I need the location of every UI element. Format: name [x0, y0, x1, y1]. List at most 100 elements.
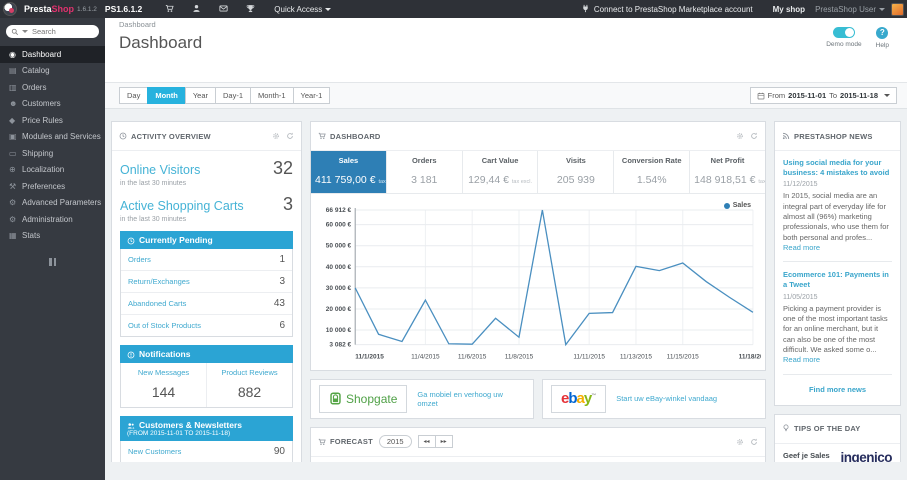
prestashop-logo[interactable] [3, 2, 17, 16]
kpi-cart-value[interactable]: Cart Value 129,44 € tax excl. [463, 151, 539, 193]
date-range-toolbar: Day Month Year Day-1 Month-1 Year-1 From… [105, 82, 907, 109]
news-item-title-link[interactable]: Ecommerce 101: Payments in a Tweet [783, 270, 892, 290]
pending-list: Orders 1 Return/Exchanges 3 Abandoned Cart… [120, 249, 293, 337]
svg-text:50 000 €: 50 000 € [326, 243, 352, 250]
cart-icon [318, 433, 326, 451]
svg-text:20 000 €: 20 000 € [326, 306, 352, 313]
line-chart[interactable]: 66 912 € 60 000 € 50 000 € 40 000 € 30 000 €… [315, 198, 768, 365]
online-visitors-link[interactable]: Online Visitors [120, 163, 273, 177]
news-item-date: 11/12/2015 [783, 181, 818, 189]
notification-icon [127, 349, 135, 359]
legend-dot-icon [723, 202, 730, 209]
breadcrumb[interactable]: Dashboard [119, 20, 897, 29]
user-icon[interactable] [192, 0, 201, 18]
customers-section-header: Customers & Newsletters (FROM 2015-11-01… [120, 416, 293, 441]
gear-icon: ⚙ [9, 214, 17, 224]
shopgate-link[interactable]: Ga mobiel en verhoog uw omzet [417, 390, 525, 408]
shopping-bag-icon [329, 392, 342, 405]
news-item: Ecommerce 101: Payments in a Tweet 11/05… [783, 270, 892, 365]
sales-chart: Sales 66 912 € 60 000 € 50 000 € 40 000 € 30… [311, 194, 768, 370]
search-icon [11, 28, 19, 36]
kpi-net-profit[interactable]: Net Profit 148 918,51 € tax excl. [690, 151, 765, 193]
brand-version: 1.6.1.2 [77, 5, 97, 13]
kpi-visits[interactable]: Visits 205 939 [538, 151, 615, 193]
range-month-button[interactable]: Month [147, 87, 185, 104]
range-year-button[interactable]: Year [184, 87, 215, 104]
sidebar-item-dashboard[interactable]: ◉ Dashboard [0, 46, 105, 63]
notifications-section-header: Notifications [120, 345, 293, 363]
gear-icon[interactable] [736, 433, 744, 451]
sidebar-search[interactable] [6, 25, 99, 38]
chart-legend[interactable]: Sales [723, 202, 751, 209]
prestashop-news-panel: PRESTASHOP NEWS Using social media for y… [774, 121, 901, 406]
shopgate-ad[interactable]: Shopgate Ga mobiel en verhoog uw omzet [310, 378, 534, 419]
activity-icon [119, 127, 127, 145]
wrench-icon: ⚒ [9, 181, 17, 191]
refresh-icon[interactable] [750, 433, 758, 451]
news-item-date: 11/05/2015 [783, 293, 818, 301]
refresh-icon[interactable] [750, 127, 758, 145]
shop-version: PS1.6.1.2 [104, 4, 143, 14]
book-icon: ▤ [9, 66, 17, 76]
bar-chart-icon: ▦ [9, 231, 17, 241]
dashboard-panel: DASHBOARD Sales 411 759,00 € tax excl. O… [310, 121, 768, 371]
marketplace-connect-link[interactable]: Connect to PrestaShop Marketplace accoun… [594, 5, 753, 14]
ebay-ad[interactable]: ebay™ Start uw eBay-winkel vandaag [542, 378, 766, 419]
quick-access-menu[interactable]: Quick Access [274, 5, 332, 14]
panel-title: FORECAST [330, 437, 373, 447]
read-more-link[interactable]: Read more [783, 243, 820, 252]
refresh-icon[interactable] [286, 127, 294, 145]
sidebar: ◉Dashboard ▤Catalog ▥Orders ☻Customers ◆… [0, 18, 105, 480]
gear-icon[interactable] [736, 127, 744, 145]
find-more-news-link[interactable]: Find more news [783, 383, 892, 398]
plug-icon [581, 0, 590, 18]
ebay-link[interactable]: Start uw eBay-winkel vandaag [616, 394, 717, 403]
search-scope-caret-icon[interactable] [22, 30, 28, 33]
sidebar-item-administration[interactable]: ⚙ Administration [0, 211, 105, 228]
tips-of-the-day-panel: TIPS OF THE DAY ingenico Payment service… [774, 413, 901, 462]
active-carts-link[interactable]: Active Shopping Carts [120, 199, 283, 213]
previous-year-button[interactable]: ◂◂ [418, 436, 436, 448]
user-menu[interactable]: PrestaShop User [815, 5, 885, 14]
sidebar-item-stats[interactable]: ▦ Stats [0, 228, 105, 245]
svg-text:11/11/2015: 11/11/2015 [573, 354, 605, 361]
help-icon[interactable]: ? [876, 27, 889, 39]
sidebar-item-customers[interactable]: ☻ Customers [0, 96, 105, 113]
sidebar-item-shipping[interactable]: ▭ Shipping [0, 145, 105, 162]
sidebar-item-price-rules[interactable]: ◆ Price Rules [0, 112, 105, 129]
demo-mode-toggle[interactable] [832, 27, 855, 38]
sidebar-item-advanced-parameters[interactable]: ⚙ Advanced Parameters [0, 195, 105, 212]
range-month-1-button[interactable]: Month-1 [250, 87, 293, 104]
gear-icon[interactable] [272, 127, 280, 145]
search-input[interactable] [32, 27, 90, 36]
panel-title: DASHBOARD [330, 131, 381, 141]
range-year-1-button[interactable]: Year-1 [292, 87, 331, 104]
sidebar-item-localization[interactable]: ⊕ Localization [0, 162, 105, 179]
news-item-title-link[interactable]: Using social media for your business: 4 … [783, 158, 892, 178]
customers-icon: ☻ [9, 99, 18, 109]
sidebar-collapse-button[interactable] [48, 258, 58, 266]
cart-icon[interactable] [165, 0, 174, 18]
demo-mode-label: Demo mode [826, 41, 862, 48]
svg-text:11/4/2015: 11/4/2015 [411, 354, 440, 361]
read-more-link[interactable]: Read more [783, 355, 820, 364]
sidebar-item-catalog[interactable]: ▤ Catalog [0, 63, 105, 80]
svg-text:10 000 €: 10 000 € [326, 327, 352, 334]
online-visitors-sub: in the last 30 minutes [120, 180, 187, 187]
kpi-orders[interactable]: Orders 3 181 [387, 151, 463, 193]
avatar[interactable] [891, 2, 904, 16]
trophy-icon[interactable] [246, 0, 255, 18]
truck-icon: ▭ [9, 148, 17, 158]
mail-icon[interactable] [219, 0, 228, 18]
sidebar-item-modules[interactable]: ▣ Modules and Services [0, 129, 105, 146]
range-day-button[interactable]: Day [119, 87, 148, 104]
sidebar-item-orders[interactable]: ▥ Orders [0, 79, 105, 96]
date-range-picker[interactable]: From 2015-11-01 To 2015-11-18 [749, 87, 897, 104]
next-year-button[interactable]: ▸▸ [435, 436, 452, 448]
svg-text:3 082 €: 3 082 € [329, 342, 351, 349]
sidebar-item-preferences[interactable]: ⚒ Preferences [0, 178, 105, 195]
kpi-conversion-rate[interactable]: Conversion Rate 1.54% [614, 151, 691, 193]
my-shop-link[interactable]: My shop [773, 5, 805, 14]
kpi-sales[interactable]: Sales 411 759,00 € tax excl. [311, 151, 387, 193]
range-day-1-button[interactable]: Day-1 [215, 87, 251, 104]
